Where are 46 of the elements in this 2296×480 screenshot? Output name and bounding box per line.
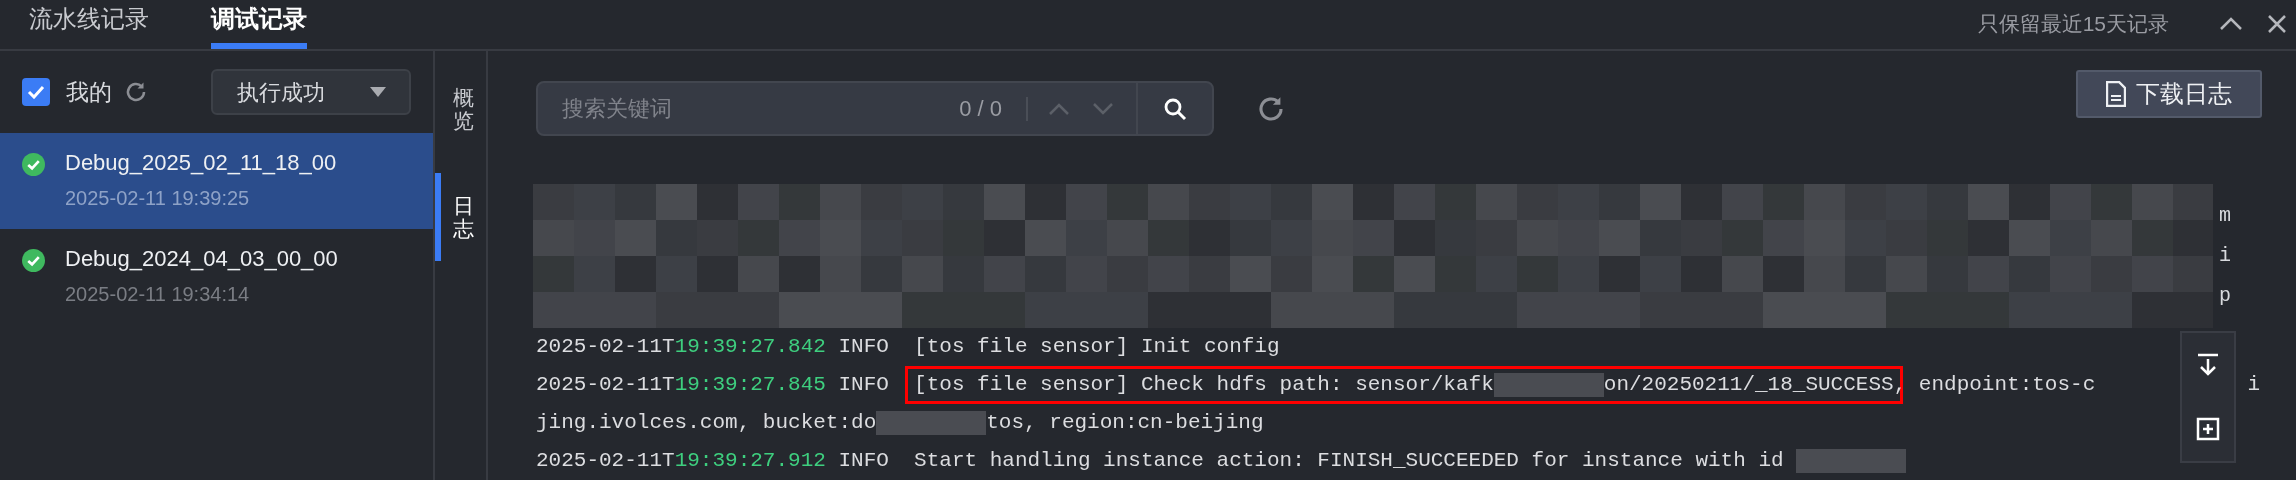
log-text-fragment: p [2219,282,2231,309]
run-item[interactable]: Debug_2024_04_03_00_00 2025-02-11 19:34:14 [0,229,433,325]
mine-label: 我的 [66,77,112,107]
checkmark-icon [27,85,45,99]
run-name: Debug_2025_02_11_18_00 [65,149,337,177]
log-text-fragment: m [2219,202,2231,229]
log-text: 2025-02-11T [536,334,675,361]
document-icon [2106,81,2126,107]
download-log-button[interactable]: 下载日志 [2076,70,2262,118]
side-tab[interactable]: 概览 [435,65,486,153]
match-count: 0 / 0 [959,95,1002,123]
close-icon[interactable] [2267,13,2287,34]
success-icon [22,153,45,176]
log-text: 2025-02-11T [536,372,675,399]
log-text: on/20250211/_18_SUCCESS [1603,372,1894,399]
search-field[interactable]: 搜索关键词 0 / 0 [536,81,1214,136]
tab[interactable]: 调试记录 [211,0,307,49]
fullscreen-icon[interactable] [2196,417,2220,441]
log-text: INFO [tos file sensor] Init config [837,334,1280,361]
log-text: INFO [837,372,890,399]
log-timestamp: 19:39:27.912 [674,448,826,475]
log-timestamp: 19:39:27.842 [674,334,826,361]
scroll-to-bottom-icon[interactable] [2197,353,2219,377]
checkbox[interactable] [22,78,50,106]
run-item[interactable]: Debug_2025_02_11_18_00 2025-02-11 19:39:25 [0,133,433,229]
retention-note: 只保留最近15天记录 [1977,10,2169,37]
run-time: 2025-02-11 19:34:14 [65,282,251,307]
log-text: , endpoint:tos-c [1893,372,2096,399]
side-tab[interactable]: 日志 [435,173,486,261]
success-icon [22,249,45,272]
status-dropdown[interactable]: 执行成功 [211,69,411,115]
log-text: tos, region:cn-beijing [986,410,1264,437]
tab[interactable]: 流水线记录 [29,0,149,49]
log-timestamp: 19:39:27.845 [674,372,826,399]
refresh-icon[interactable] [124,80,148,104]
log-text: 2025-02-11T [536,448,675,475]
search-icon[interactable] [1163,96,1187,121]
collapse-icon[interactable] [2219,16,2243,31]
log-text-fragment: i [2219,242,2231,269]
log-text: jing.ivolces.com, bucket:do [536,410,877,437]
caret-icon [369,86,387,98]
log-text-fragment: i [2247,372,2260,399]
log-text: INFO Start handling instance action: FINISH_SUCCEEDED for instance with id [837,448,1785,475]
run-name: Debug_2024_04_03_00_00 [65,245,338,273]
run-time: 2025-02-11 19:39:25 [65,186,251,211]
log-text: [tos file sensor] Check hdfs path: sensor/kafk [914,372,1494,399]
